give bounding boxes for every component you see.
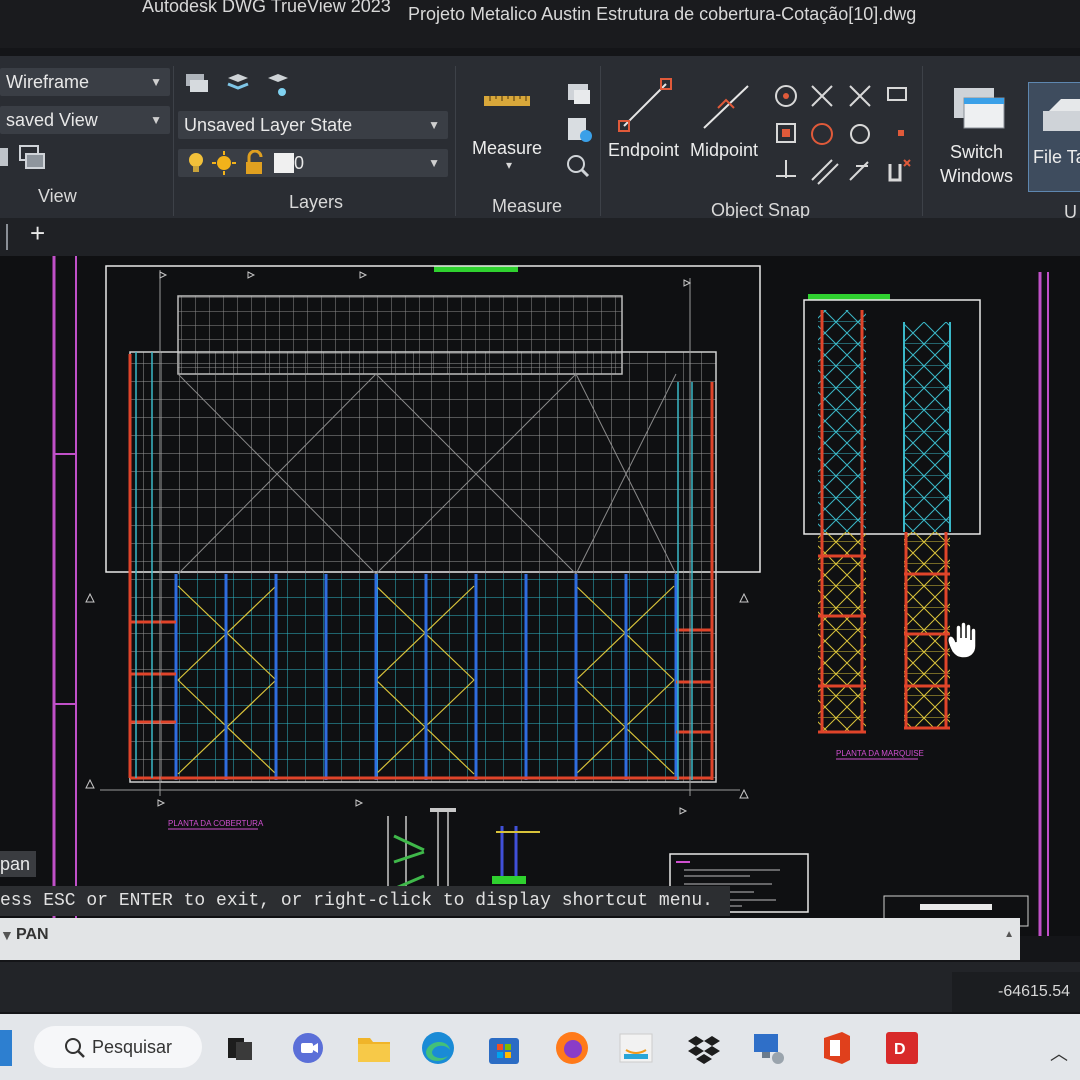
dwg-trueview-icon[interactable]: D (884, 1030, 920, 1066)
view-panel-label: View (38, 186, 77, 206)
switch-windows-icon (954, 88, 1005, 129)
ruler-icon (484, 96, 530, 106)
drawing-view[interactable]: PLANTA DA COBERTURA PLANTA DA MARQUISE (0, 256, 1080, 936)
search-icon (65, 1038, 85, 1058)
switch-windows-button[interactable]: Switch Windows (940, 140, 1013, 188)
app-title: Autodesk DWG TrueView 2023 (142, 0, 391, 16)
marquise-plan-drawing (803, 294, 981, 734)
marquise-plan-label: PLANTA DA MARQUISE (836, 749, 924, 758)
measure-button[interactable]: Measure (472, 136, 542, 160)
coordinates-readout: -64615.54 (952, 972, 1080, 1012)
chevron-down-icon: ▼ (150, 75, 162, 89)
current-command: PAN (16, 926, 49, 943)
search-label: Pesquisar (92, 1037, 173, 1057)
object-snap-grid-icons[interactable] (770, 80, 920, 190)
panel-divider (600, 66, 601, 216)
pan-hand-cursor-icon (947, 621, 977, 659)
view-manager-icon[interactable] (0, 142, 50, 174)
endpoint-snap-icon (618, 78, 672, 132)
layer-tools-icons[interactable] (182, 70, 302, 102)
layers-panel-label: Layers (289, 192, 344, 212)
drawing-canvas[interactable]: PLANTA DA COBERTURA PLANTA DA MARQUISE (0, 256, 1080, 936)
amazon-icon[interactable] (618, 1030, 654, 1066)
file-explorer-icon[interactable] (356, 1030, 392, 1066)
panel-divider (922, 66, 923, 216)
command-line[interactable]: ▼ PAN ▲ (0, 918, 1020, 960)
layer-state-value: Unsaved Layer State (184, 115, 353, 135)
section-details (387, 808, 540, 896)
office-icon[interactable] (818, 1030, 854, 1066)
chevron-up-icon[interactable]: ︿ (1050, 1040, 1068, 1066)
firefox-icon[interactable] (554, 1030, 590, 1066)
visual-style-value: Wireframe (6, 72, 90, 92)
chevron-down-icon: ▼ (428, 156, 440, 170)
task-view-icon[interactable] (222, 1030, 258, 1066)
document-title: Projeto Metalico Austin Estrutura de cob… (408, 4, 917, 24)
new-tab-button[interactable]: + (30, 218, 45, 249)
panel-divider (173, 66, 174, 216)
taskbar-search[interactable]: Pesquisar (34, 1026, 202, 1068)
midpoint-snap-button[interactable]: Midpoint (690, 138, 758, 162)
file-tab-strip: + (0, 218, 1080, 256)
chevron-down-icon: ▼ (150, 113, 162, 127)
status-bar (0, 962, 1080, 1012)
chevron-down-icon: ▼ (428, 118, 440, 132)
file-tabs-icon (1043, 99, 1080, 131)
file-tabs-label: File Ta (1033, 147, 1080, 167)
saved-view-value: saved View (6, 110, 98, 130)
command-line-icon: ▼ (0, 927, 14, 943)
endpoint-snap-button[interactable]: Endpoint (608, 138, 679, 162)
file-tabs-button[interactable]: File Ta (1028, 82, 1080, 192)
midpoint-snap-icon (703, 85, 749, 129)
roof-plan-drawing (85, 265, 761, 815)
start-button[interactable] (0, 1030, 12, 1066)
measure-tools-icons[interactable] (562, 80, 596, 180)
saved-view-dropdown[interactable]: saved View ▼ (0, 106, 170, 134)
panel-divider (455, 66, 456, 216)
chevron-up-icon[interactable]: ▲ (1004, 920, 1014, 950)
layer-state-dropdown[interactable]: Unsaved Layer State ▼ (178, 111, 448, 139)
measure-panel-label: Measure (492, 196, 563, 216)
command-prompt-hint: ess ESC or ENTER to exit, or right-click… (0, 886, 730, 916)
meet-icon[interactable] (290, 1030, 326, 1066)
layer-status-icons (189, 150, 294, 175)
edge-icon[interactable] (420, 1030, 456, 1066)
network-icon[interactable] (750, 1030, 786, 1066)
dropbox-icon[interactable] (686, 1030, 722, 1066)
svg-text:D: D (894, 1041, 906, 1058)
pan-tooltip: pan (0, 851, 36, 877)
roof-plan-label: PLANTA DA COBERTURA (168, 819, 264, 828)
file-tab[interactable] (0, 224, 8, 250)
chevron-down-icon[interactable]: ▾ (506, 158, 512, 172)
visual-style-dropdown[interactable]: Wireframe ▼ (0, 68, 170, 96)
title-bar: Autodesk DWG TrueView 2023 Projeto Metal… (0, 0, 1080, 48)
store-icon[interactable] (486, 1030, 522, 1066)
